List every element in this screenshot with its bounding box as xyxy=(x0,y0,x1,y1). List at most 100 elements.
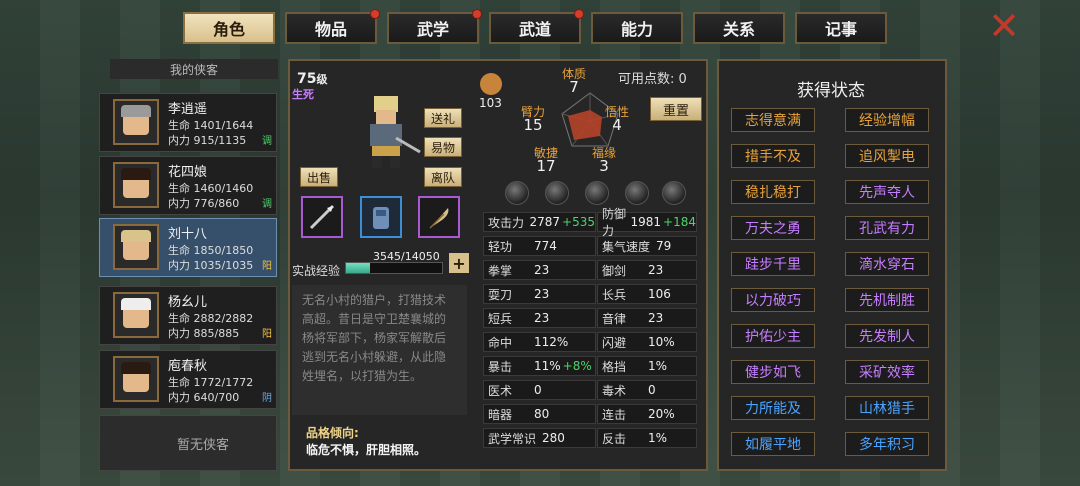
notification-dot-icon xyxy=(370,9,380,19)
slot-orb-icon[interactable] xyxy=(585,181,609,205)
tab-martial-arts[interactable]: 武学 xyxy=(387,9,482,44)
status-effect-button[interactable]: 以力破巧 xyxy=(731,288,815,312)
equip-slot-weapon[interactable] xyxy=(301,196,343,238)
status-effect-button[interactable]: 先声夺人 xyxy=(845,180,929,204)
stat-row: 音律 23 xyxy=(597,308,697,328)
gift-button[interactable]: 送礼 xyxy=(424,108,462,128)
hero-tag: 阳 xyxy=(262,329,272,340)
spear-icon xyxy=(309,204,335,230)
status-effect-button[interactable]: 追风掣电 xyxy=(845,144,929,168)
stat-label: 暴击 xyxy=(488,359,513,374)
hero-hp: 生命 1850/1850 xyxy=(168,244,254,257)
status-effect-button[interactable]: 措手不及 xyxy=(731,144,815,168)
status-effect-button[interactable]: 如履平地 xyxy=(731,432,815,456)
stat-value: 1% xyxy=(648,431,668,445)
close-icon[interactable]: ✕ xyxy=(986,7,1022,45)
stat-label: 耍刀 xyxy=(488,287,513,302)
trait-title: 品格倾向: xyxy=(306,426,359,440)
tab-role[interactable]: 角色 xyxy=(183,12,275,44)
slot-orb-icon[interactable] xyxy=(545,181,569,205)
status-effect-button[interactable]: 孔武有力 xyxy=(845,216,929,240)
status-effect-label: 采矿效率 xyxy=(859,365,915,381)
status-effect-button[interactable]: 多年积习 xyxy=(845,432,929,456)
slot-orb-icon[interactable] xyxy=(505,181,529,205)
tab-label: 关系 xyxy=(722,20,755,39)
life-state: 生死 xyxy=(292,88,314,101)
hero-mp: 内力 776/860 xyxy=(168,197,240,210)
stat-row: 闪避 10% xyxy=(597,332,697,352)
equip-slot-accessory[interactable] xyxy=(418,196,460,238)
top-tab-bar: 角色 物品 武学 武道 能力 关系 记事 xyxy=(183,9,887,44)
stat-label: 闪避 xyxy=(602,335,627,350)
attr-strength: 臂力 15 xyxy=(521,106,545,133)
tab-items[interactable]: 物品 xyxy=(285,9,380,44)
slot-orb-icon[interactable] xyxy=(662,181,686,205)
status-title: 获得状态 xyxy=(797,81,865,101)
hero-card-selected[interactable]: 刘十八 生命 1850/1850 内力 1035/1035 阳 xyxy=(99,218,277,277)
armor-icon xyxy=(373,207,389,229)
tab-relations[interactable]: 关系 xyxy=(693,12,785,44)
sell-button[interactable]: 出售 xyxy=(300,167,338,187)
level-value: 75 xyxy=(297,71,317,87)
stat-row: 拳掌 23 xyxy=(483,260,596,280)
hero-mp: 内力 915/1135 xyxy=(168,134,247,147)
tab-journal[interactable]: 记事 xyxy=(795,12,887,44)
stat-row: 格挡 1% xyxy=(597,356,697,376)
hero-tag: 阳 xyxy=(262,261,272,272)
status-effect-button[interactable]: 滴水穿石 xyxy=(845,252,929,276)
hero-mp: 内力 640/700 xyxy=(168,391,240,404)
stat-label: 长兵 xyxy=(602,287,627,302)
stat-bonus: +8% xyxy=(562,359,592,373)
status-effect-button[interactable]: 志得意满 xyxy=(731,108,815,132)
status-effect-button[interactable]: 山林猎手 xyxy=(845,396,929,420)
empty-slot-label: 暂无侠客 xyxy=(176,437,229,453)
status-effect-button[interactable]: 先发制人 xyxy=(845,324,929,348)
stat-label: 音律 xyxy=(602,311,627,326)
hero-card[interactable]: 庖春秋 生命 1772/1772 内力 640/700 阴 xyxy=(99,350,277,409)
status-effect-button[interactable]: 健步如飞 xyxy=(731,360,815,384)
tab-abilities[interactable]: 能力 xyxy=(591,12,683,44)
hero-card[interactable]: 杨幺儿 生命 2882/2882 内力 885/885 阳 xyxy=(99,286,277,345)
leave-team-button[interactable]: 离队 xyxy=(424,167,462,187)
stat-row: 暗器 80 xyxy=(483,404,596,424)
status-effect-button[interactable]: 经验增幅 xyxy=(845,108,929,132)
stat-value: 106 xyxy=(648,287,671,301)
roster-header-label: 我的侠客 xyxy=(169,62,218,77)
status-effect-label: 稳扎稳打 xyxy=(745,185,801,201)
stat-row: 暴击 11% +8% xyxy=(483,356,596,376)
status-effect-button[interactable]: 力所能及 xyxy=(731,396,815,420)
stat-label: 武学常识 xyxy=(488,431,537,446)
stat-value: 112% xyxy=(534,335,569,349)
status-effect-label: 以力破巧 xyxy=(745,293,801,309)
exp-fill xyxy=(346,263,371,273)
status-effect-button[interactable]: 万夫之勇 xyxy=(731,216,815,240)
equip-slot-armor[interactable] xyxy=(360,196,402,238)
status-effect-label: 先机制胜 xyxy=(859,293,915,309)
notification-dot-icon xyxy=(574,9,584,19)
status-effect-button[interactable]: 护佑少主 xyxy=(731,324,815,348)
hero-mp: 内力 885/885 xyxy=(168,327,240,340)
hero-card[interactable]: 花四娘 生命 1460/1460 内力 776/860 调 xyxy=(99,156,277,215)
status-effect-label: 先发制人 xyxy=(859,329,915,345)
tab-label: 武学 xyxy=(416,20,449,39)
stat-row: 连击 20% xyxy=(597,404,697,424)
slot-orb-icon[interactable] xyxy=(625,181,649,205)
tab-martial-way[interactable]: 武道 xyxy=(489,9,584,44)
status-effect-button[interactable]: 跬步千里 xyxy=(731,252,815,276)
stat-label: 御剑 xyxy=(602,263,627,278)
status-effect-label: 经验增幅 xyxy=(859,113,915,129)
stat-value: 2787 xyxy=(529,215,561,229)
stat-label: 命中 xyxy=(488,335,513,350)
stat-value: 1% xyxy=(648,359,668,373)
stat-value: 774 xyxy=(534,239,557,253)
hero-card[interactable]: 李逍遥 生命 1401/1644 内力 915/1135 调 xyxy=(99,93,277,152)
status-effect-label: 跬步千里 xyxy=(745,257,801,273)
add-exp-button[interactable]: + xyxy=(449,253,469,273)
stat-row: 医术 0 xyxy=(483,380,596,400)
status-effect-button[interactable]: 采矿效率 xyxy=(845,360,929,384)
status-effect-button[interactable]: 先机制胜 xyxy=(845,288,929,312)
status-effect-label: 措手不及 xyxy=(745,149,801,165)
trade-button[interactable]: 易物 xyxy=(424,137,462,157)
feather-icon xyxy=(429,208,449,229)
status-effect-button[interactable]: 稳扎稳打 xyxy=(731,180,815,204)
